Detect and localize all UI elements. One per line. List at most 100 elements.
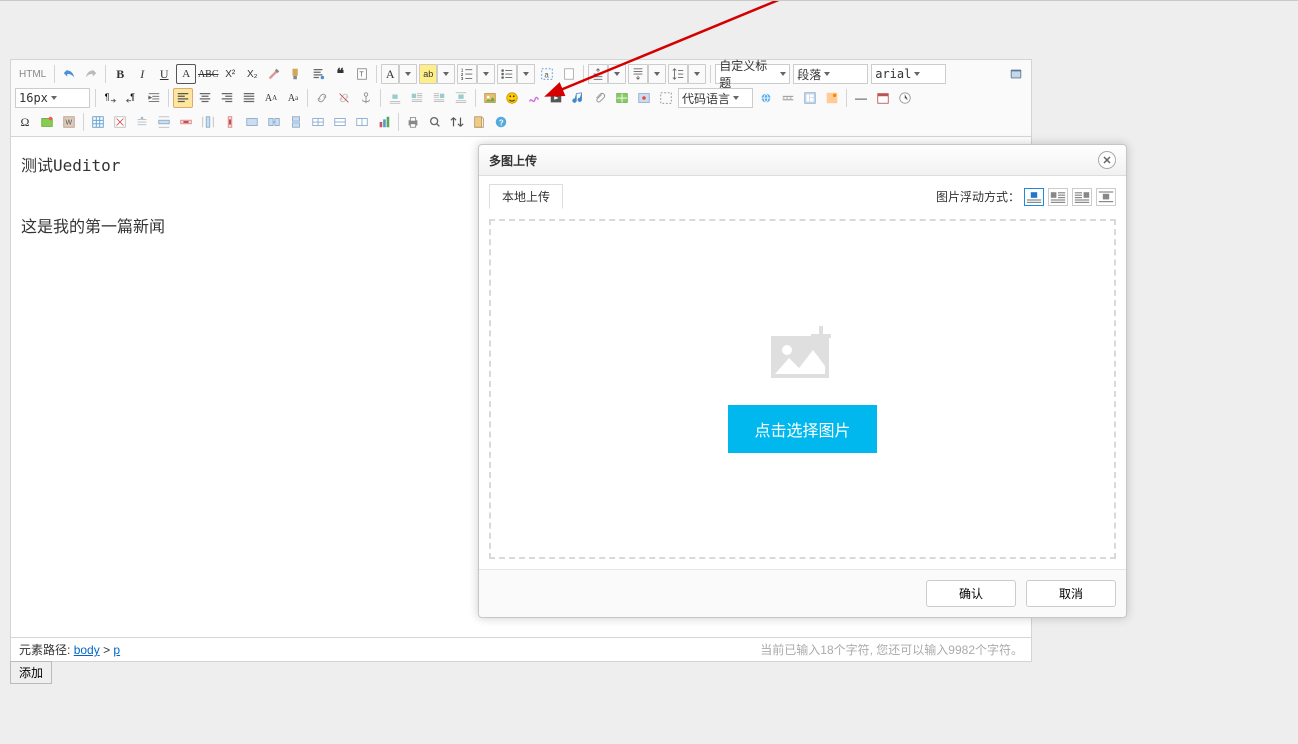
directionality-ltr-button[interactable]: ¶ <box>100 88 120 108</box>
imagecenter-button[interactable] <box>451 88 471 108</box>
path-body-link[interactable]: body <box>74 643 100 657</box>
path-p-link[interactable]: p <box>113 643 120 657</box>
float-center-button[interactable] <box>1096 188 1116 206</box>
cancel-button[interactable]: 取消 <box>1026 580 1116 607</box>
unlink-button[interactable] <box>334 88 354 108</box>
redo-button[interactable] <box>81 64 101 84</box>
rowspacingbottom-dropdown[interactable] <box>648 64 666 84</box>
drafts-button[interactable] <box>469 112 489 132</box>
rowspacingbottom-button[interactable] <box>628 64 648 84</box>
pasteplain-button[interactable]: T <box>352 64 372 84</box>
insertparagraphbefore-button[interactable] <box>132 112 152 132</box>
forecolor-dropdown[interactable] <box>399 64 417 84</box>
add-button[interactable]: 添加 <box>10 661 52 684</box>
subscript-button[interactable]: X₂ <box>242 64 262 84</box>
strikethrough-button[interactable]: ABC <box>198 64 218 84</box>
paragraph-select[interactable]: 段落 <box>793 64 868 84</box>
mergecells-button[interactable] <box>242 112 262 132</box>
rowspacingtop-dropdown[interactable] <box>608 64 626 84</box>
link-button[interactable] <box>312 88 332 108</box>
justifyfull-button[interactable] <box>239 88 259 108</box>
orderedlist-dropdown[interactable] <box>477 64 495 84</box>
autotypeset-button[interactable] <box>308 64 328 84</box>
snapscreen-button[interactable] <box>37 112 57 132</box>
orderedlist-button[interactable]: 123 <box>457 64 477 84</box>
float-none-button[interactable] <box>1024 188 1044 206</box>
preview-button[interactable] <box>425 112 445 132</box>
print-button[interactable] <box>403 112 423 132</box>
unorderedlist-button[interactable] <box>497 64 517 84</box>
horizontal-button[interactable]: — <box>851 88 871 108</box>
pagebreak-button[interactable] <box>778 88 798 108</box>
imagenone-button[interactable] <box>385 88 405 108</box>
blockquote-button[interactable]: ❝ <box>330 64 350 84</box>
map-button[interactable] <box>612 88 632 108</box>
insertrow-button[interactable] <box>154 112 174 132</box>
insertvideo-button[interactable] <box>546 88 566 108</box>
justifyleft-button[interactable] <box>173 88 193 108</box>
imageleft-button[interactable] <box>407 88 427 108</box>
deletetable-button[interactable] <box>110 112 130 132</box>
bold-button[interactable]: B <box>110 64 130 84</box>
deleterow-button[interactable] <box>176 112 196 132</box>
wordimage-button[interactable]: W <box>59 112 79 132</box>
scrawl-button[interactable] <box>524 88 544 108</box>
tolowercase-button[interactable]: Aa <box>283 88 303 108</box>
cleardoc-button[interactable] <box>559 64 579 84</box>
simpleupload-button[interactable] <box>480 88 500 108</box>
date-button[interactable] <box>873 88 893 108</box>
unorderedlist-dropdown[interactable] <box>517 64 535 84</box>
charts-button[interactable] <box>374 112 394 132</box>
justifyright-button[interactable] <box>217 88 237 108</box>
removeformat-button[interactable] <box>264 64 284 84</box>
ok-button[interactable]: 确认 <box>926 580 1016 607</box>
formatmatch-button[interactable] <box>286 64 306 84</box>
directionality-rtl-button[interactable]: ¶ <box>122 88 142 108</box>
source-button[interactable]: HTML <box>15 64 50 84</box>
float-left-button[interactable] <box>1048 188 1068 206</box>
emotion-button[interactable] <box>502 88 522 108</box>
fullscreen-button[interactable] <box>1005 64 1027 84</box>
tab-local-upload[interactable]: 本地上传 <box>489 184 563 209</box>
lineheight-dropdown[interactable] <box>688 64 706 84</box>
customstyle-select[interactable]: 自定义标题 <box>715 64 790 84</box>
justifycenter-button[interactable] <box>195 88 215 108</box>
mergedown-button[interactable] <box>286 112 306 132</box>
superscript-button[interactable]: X² <box>220 64 240 84</box>
deletecol-button[interactable] <box>220 112 240 132</box>
undo-button[interactable] <box>59 64 79 84</box>
searchreplace-button[interactable] <box>447 112 467 132</box>
forecolor-button[interactable]: A <box>381 64 399 84</box>
insertcode-select[interactable]: 代码语言 <box>678 88 753 108</box>
float-right-button[interactable] <box>1072 188 1092 206</box>
splittocells-button[interactable] <box>308 112 328 132</box>
backcolor-dropdown[interactable] <box>437 64 455 84</box>
time-button[interactable] <box>895 88 915 108</box>
mergeright-button[interactable] <box>264 112 284 132</box>
upload-dropzone[interactable]: 点击选择图片 <box>489 219 1116 559</box>
splittorows-button[interactable] <box>330 112 350 132</box>
spechars-button[interactable]: Ω <box>15 112 35 132</box>
backcolor-button[interactable]: ab <box>419 64 437 84</box>
help-button[interactable]: ? <box>491 112 511 132</box>
underline-button[interactable]: U <box>154 64 174 84</box>
fontsize-select[interactable]: 16px <box>15 88 90 108</box>
touppercase-button[interactable]: AA <box>261 88 281 108</box>
lineheight-button[interactable] <box>668 64 688 84</box>
close-icon[interactable]: ✕ <box>1098 151 1116 169</box>
select-image-button[interactable]: 点击选择图片 <box>728 405 876 453</box>
inserttable-button[interactable] <box>88 112 108 132</box>
rowspacingtop-button[interactable] <box>588 64 608 84</box>
webapp-button[interactable] <box>756 88 776 108</box>
gmap-button[interactable] <box>634 88 654 108</box>
fontfamily-select[interactable]: arial <box>871 64 946 84</box>
splittocols-button[interactable] <box>352 112 372 132</box>
background-button[interactable] <box>822 88 842 108</box>
insertcol-button[interactable] <box>198 112 218 132</box>
selectall-button[interactable]: a <box>537 64 557 84</box>
imageright-button[interactable] <box>429 88 449 108</box>
italic-button[interactable]: I <box>132 64 152 84</box>
template-button[interactable] <box>800 88 820 108</box>
anchor-button[interactable] <box>356 88 376 108</box>
attachment-button[interactable] <box>590 88 610 108</box>
